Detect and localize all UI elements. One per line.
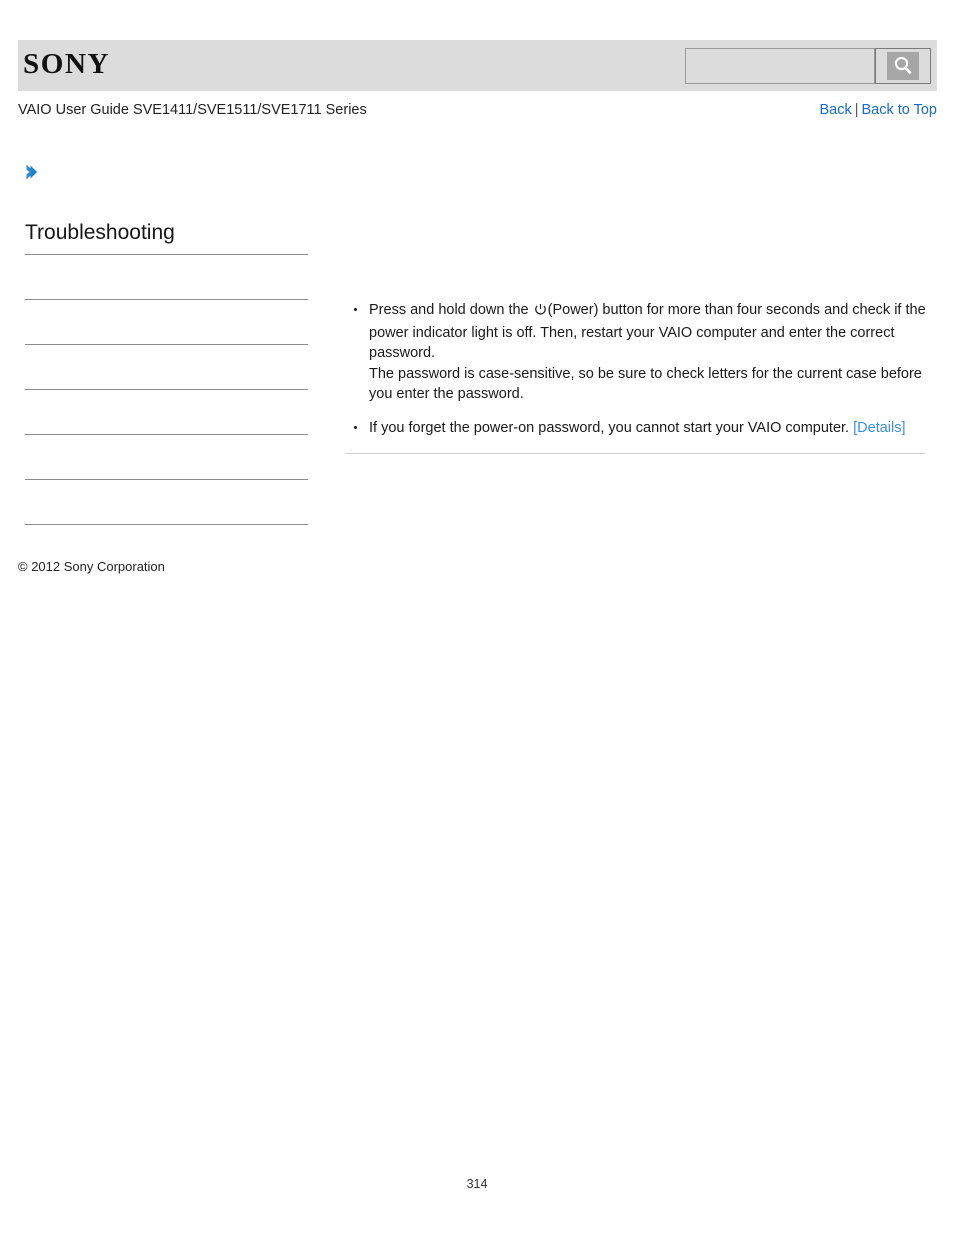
power-icon bbox=[534, 302, 547, 323]
list-item: Press and hold down the (Power) button f… bbox=[345, 300, 927, 405]
sidebar-item-1[interactable] bbox=[25, 255, 308, 300]
search-icon bbox=[887, 52, 919, 80]
header-nav-links: Back | Back to Top bbox=[819, 102, 937, 118]
main-content: Press and hold down the (Power) button f… bbox=[345, 300, 927, 438]
tips-list: Press and hold down the (Power) button f… bbox=[345, 300, 927, 438]
sidebar-item-4[interactable] bbox=[25, 390, 308, 435]
list-item: If you forget the power-on password, you… bbox=[345, 418, 927, 439]
bullet-text-before-icon: Press and hold down the bbox=[369, 302, 533, 318]
header-band: SONY bbox=[18, 40, 937, 91]
content-divider bbox=[345, 453, 925, 454]
back-link[interactable]: Back bbox=[819, 102, 851, 118]
page-number: 314 bbox=[466, 1177, 488, 1191]
sidebar: Troubleshooting bbox=[25, 220, 308, 525]
search-input[interactable] bbox=[685, 48, 875, 84]
chevron-right-icon[interactable] bbox=[24, 162, 40, 182]
sidebar-menu bbox=[25, 255, 308, 525]
sidebar-heading: Troubleshooting bbox=[25, 220, 308, 255]
sidebar-item-6[interactable] bbox=[25, 480, 308, 525]
sony-logo: SONY bbox=[23, 49, 111, 80]
breadcrumb bbox=[24, 162, 324, 186]
sidebar-item-3[interactable] bbox=[25, 345, 308, 390]
search-area bbox=[685, 48, 931, 84]
sidebar-item-2[interactable] bbox=[25, 300, 308, 345]
page-title: VAIO User Guide SVE1411/SVE1511/SVE1711 … bbox=[18, 102, 367, 118]
copyright-text: © 2012 Sony Corporation bbox=[18, 559, 165, 574]
back-to-top-link[interactable]: Back to Top bbox=[861, 102, 937, 118]
sidebar-item-5[interactable] bbox=[25, 435, 308, 480]
bullet-extra-line: The password is case-sensitive, so be su… bbox=[369, 365, 922, 403]
details-link[interactable]: [Details] bbox=[853, 420, 905, 436]
bullet-text: If you forget the power-on password, you… bbox=[369, 419, 854, 436]
search-button[interactable] bbox=[875, 48, 931, 84]
